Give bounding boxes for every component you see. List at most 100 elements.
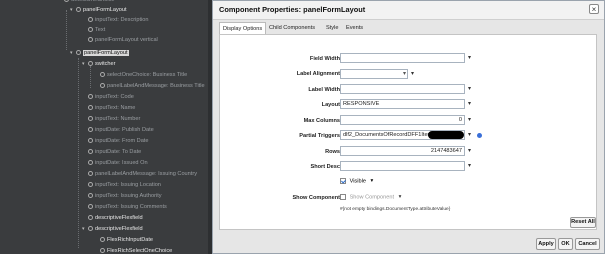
tree-node[interactable]: inputText: Issuing Comments [82,203,167,212]
redaction-mark [428,131,464,139]
component-icon [88,61,93,67]
tree-node[interactable]: inputText: Description [82,16,148,25]
component-icon [100,83,105,89]
tree-node[interactable]: panelFormLayout vertical [82,36,158,45]
tree-node[interactable]: inputText: Code [82,93,134,102]
tree-node[interactable]: panelLabelAndMessage: Business Title [94,82,205,91]
chevron-down-icon: ▾ [402,71,406,77]
component-icon [88,193,93,199]
cancel-button[interactable]: Cancel [575,238,600,250]
tree-node[interactable]: inputDate: To Date [82,148,141,157]
visible-checkbox-row[interactable]: Visible ▾ [340,178,373,184]
component-icon [88,138,93,144]
tree-node[interactable]: inputText: Issuing Authority [82,192,162,201]
layout-dropdown-icon[interactable]: ▾ [468,100,471,107]
tree-node-label: inputDate: Publish Date [95,127,154,133]
layout-label: Layout [321,102,340,108]
short-desc-dropdown-icon[interactable]: ▾ [468,162,471,169]
reset-all-button[interactable]: Reset All [570,217,596,228]
max-columns-dropdown-icon[interactable]: ▾ [468,116,471,123]
tree-node-label: FlexRichSelectOneChoice [107,248,173,254]
component-icon [100,72,105,78]
partial-triggers-value: dlf2_DocumentsOfRecordDFF1Iterat [343,132,435,138]
component-icon [76,50,81,56]
component-icon [88,105,93,111]
show-component-dropdown-icon[interactable]: ▾ [399,194,402,200]
tree-node-label: inputText: Description [95,17,149,23]
layout-input[interactable]: RESPONSIVE [340,99,465,109]
tree-node[interactable]: inputText: Name [82,104,135,113]
rows-dropdown-icon[interactable]: ▾ [468,147,471,154]
tree-node[interactable]: inputText: Number [82,115,140,124]
tree-node-label: FlexRichInputDate [107,237,154,243]
ok-button[interactable]: OK [558,238,573,250]
dialog-title: Component Properties: panelFormLayout [219,5,366,14]
tree-node[interactable]: inputDate: Publish Date [82,126,154,135]
tree-node[interactable]: ▾ descriptiveFlexfield [82,225,143,234]
help-icon[interactable] [477,133,482,138]
tree-node-label: panelFormLayout [83,50,129,56]
component-icon [88,17,93,23]
label-alignment-select[interactable]: ▾ [340,69,408,79]
tree-node[interactable]: ▾ panelFormLayout [70,49,129,58]
structure-tree[interactable]: SelectOneChoice ▾ panelFormLayout inputText… [0,0,210,254]
field-width-input[interactable] [340,53,465,63]
tree-node[interactable]: FlexRichSelectOneChoice [94,247,172,254]
visible-checkbox[interactable] [340,178,346,184]
tree-node-label: selectOneChoice: Business Title [107,72,188,78]
tree-twisty-icon[interactable]: ▾ [82,60,88,69]
tree-node[interactable]: inputDate: Issued On [82,159,148,168]
tree-node[interactable]: FlexRichInputDate [94,236,153,245]
tree-node[interactable]: ▾ switcher [82,60,116,69]
tree-twisty-icon[interactable]: ▾ [82,225,88,234]
tree-node[interactable]: inputText: Issuing Location [82,181,161,190]
tree-node-label: inputText: Code [95,94,134,100]
tree-node[interactable]: Text [82,26,105,35]
visible-dropdown-icon[interactable]: ▾ [371,178,374,184]
component-icon [100,248,105,254]
show-component-option-label: Show Component [349,194,395,201]
max-columns-label: Max Columns [303,118,340,124]
component-icon [76,7,81,13]
component-icon [88,204,93,210]
dialog-titlebar: Component Properties: panelFormLayout × [213,1,604,20]
rows-label: Rows [325,149,340,155]
label-width-input[interactable] [340,84,465,94]
show-component-checkbox-row[interactable]: Show Component ▾ [340,194,401,200]
component-properties-dialog: Component Properties: panelFormLayout × … [212,0,605,254]
partial-triggers-dropdown-icon[interactable]: ▾ [468,131,471,138]
short-desc-input[interactable] [340,161,465,171]
tree-twisty-icon[interactable]: ▾ [70,49,76,58]
tree-node[interactable]: ▾ panelFormLayout [70,6,127,15]
tree-node-label: inputDate: From Date [95,138,149,144]
show-component-checkbox[interactable] [340,194,346,200]
tree-node-label: descriptiveFlexfield [95,226,143,232]
tab-style[interactable]: Style [323,22,341,34]
tree-node-label: panelFormLayout vertical [95,37,158,43]
tree-node[interactable]: SelectOneChoice [58,0,115,5]
tree-twisty-icon[interactable]: ▾ [70,6,76,15]
tree-node[interactable]: panelLabelAndMessage: Issuing Country [82,170,197,179]
label-alignment-dropdown-icon[interactable]: ▾ [411,70,414,77]
close-icon[interactable]: × [589,4,599,14]
component-icon [88,127,93,133]
tree-node-label: inputText: Issuing Authority [95,193,162,199]
tree-node[interactable]: descriptiveFlexfield [82,214,143,223]
field-width-dropdown-icon[interactable]: ▾ [468,54,471,61]
tab-events[interactable]: Events [343,22,366,34]
tree-node-label: panelFormLayout [83,7,127,13]
tree-node[interactable]: inputDate: From Date [82,137,148,146]
label-alignment-label: Label Alignment [296,71,340,77]
tree-node-label: panelLabelAndMessage: Issuing Country [95,171,197,177]
max-columns-input[interactable]: 0 [340,115,465,125]
display-options-panel: Field Width ▾ Label Alignment ▾ ▾ Label … [219,34,597,230]
tab-child-components[interactable]: Child Components [266,22,318,34]
tree-node-label: inputText: Issuing Comments [95,204,167,210]
tree-node[interactable]: selectOneChoice: Business Title [94,71,187,80]
rows-input[interactable]: 2147483647 [340,146,465,156]
component-icon [88,171,93,177]
tree-node-label: switcher [95,61,116,67]
label-width-dropdown-icon[interactable]: ▾ [468,85,471,92]
apply-button[interactable]: Apply [536,238,556,250]
component-icon [88,149,93,155]
